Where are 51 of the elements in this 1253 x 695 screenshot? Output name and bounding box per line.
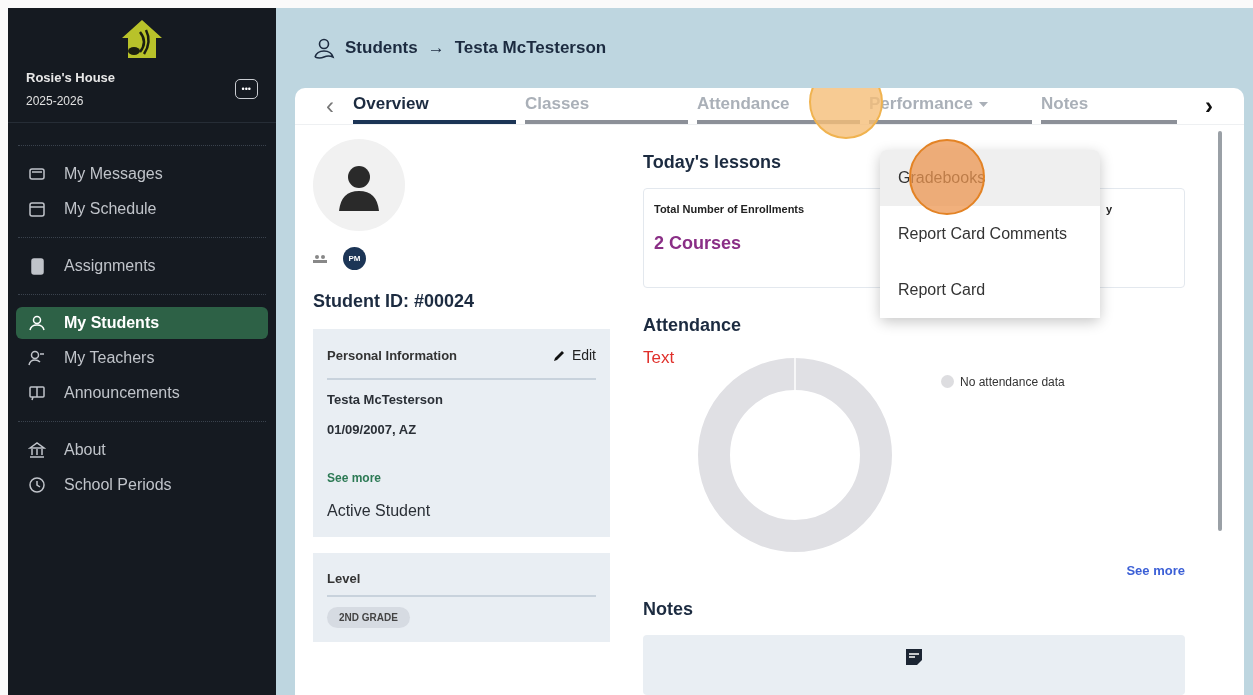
pencil-icon	[552, 349, 566, 362]
house-logo-icon	[120, 18, 164, 60]
breadcrumb-current: Testa McTesterson	[454, 37, 607, 60]
see-more-link[interactable]: See more	[1126, 560, 1185, 580]
menu-item[interactable]: Report Card Comments	[880, 206, 1100, 262]
student-icon	[313, 37, 335, 59]
student-name: Testa McTesterson	[327, 391, 444, 409]
annotation-label: Text	[643, 347, 676, 369]
grade-tag: 2ND GRADE	[327, 606, 410, 628]
people-icon	[313, 254, 327, 263]
sidebar-item[interactable]: Announcements	[16, 376, 268, 409]
calendar-icon	[28, 199, 46, 218]
section-title: Notes	[643, 598, 694, 621]
sidebar-item[interactable]: About	[16, 433, 268, 466]
sidebar-item[interactable]: My Schedule	[16, 192, 268, 225]
breadcrumb-arrow: →	[427, 37, 445, 60]
card-value: 2 Courses	[654, 231, 742, 255]
bank-icon	[28, 440, 46, 459]
clock-icon	[28, 475, 46, 494]
section-title: Attendance	[643, 314, 742, 337]
person-card-icon	[28, 348, 46, 367]
previous-button[interactable]: ‹	[307, 88, 353, 124]
person-icon	[28, 313, 46, 332]
sidebar-item[interactable]: My Teachers	[16, 341, 268, 374]
initials-avatar: PM	[343, 247, 366, 270]
panel-title: Level	[327, 570, 361, 588]
panel-title: Personal Information	[327, 346, 458, 365]
student-status: Active Student	[327, 501, 432, 521]
chat-icon	[28, 383, 46, 402]
menu-item[interactable]: Report Card	[880, 262, 1100, 318]
school-name: Rosie's House	[26, 69, 116, 87]
card-title: Total Number of Enrollments	[654, 202, 806, 217]
sidebar-item[interactable]: My Students	[16, 306, 268, 339]
legend-dot	[941, 375, 954, 388]
see-more-link[interactable]: See more	[327, 469, 382, 487]
next-button[interactable]: ›	[1186, 88, 1232, 124]
student-id: Student ID: #00024	[313, 290, 476, 313]
breadcrumb-link[interactable]: Students	[345, 35, 418, 61]
edit-link[interactable]: Edit	[552, 345, 596, 366]
section-title: Today's lessons	[643, 151, 782, 174]
birth-info: 01/09/2007, AZ	[327, 420, 418, 439]
sidebar-item[interactable]: School Periods	[16, 468, 268, 501]
school-year: 2025-2026	[26, 92, 85, 110]
card-title: y	[1105, 202, 1112, 217]
more-button[interactable]: •••	[234, 78, 258, 99]
sidebar-item[interactable]: Assignments	[16, 249, 268, 282]
legend-label: No attendance data	[960, 373, 1065, 391]
note-icon	[904, 647, 924, 667]
clipboard-icon	[28, 256, 46, 275]
tab[interactable]: Overview	[353, 88, 516, 124]
sidebar-item[interactable]: My Messages	[16, 157, 268, 190]
